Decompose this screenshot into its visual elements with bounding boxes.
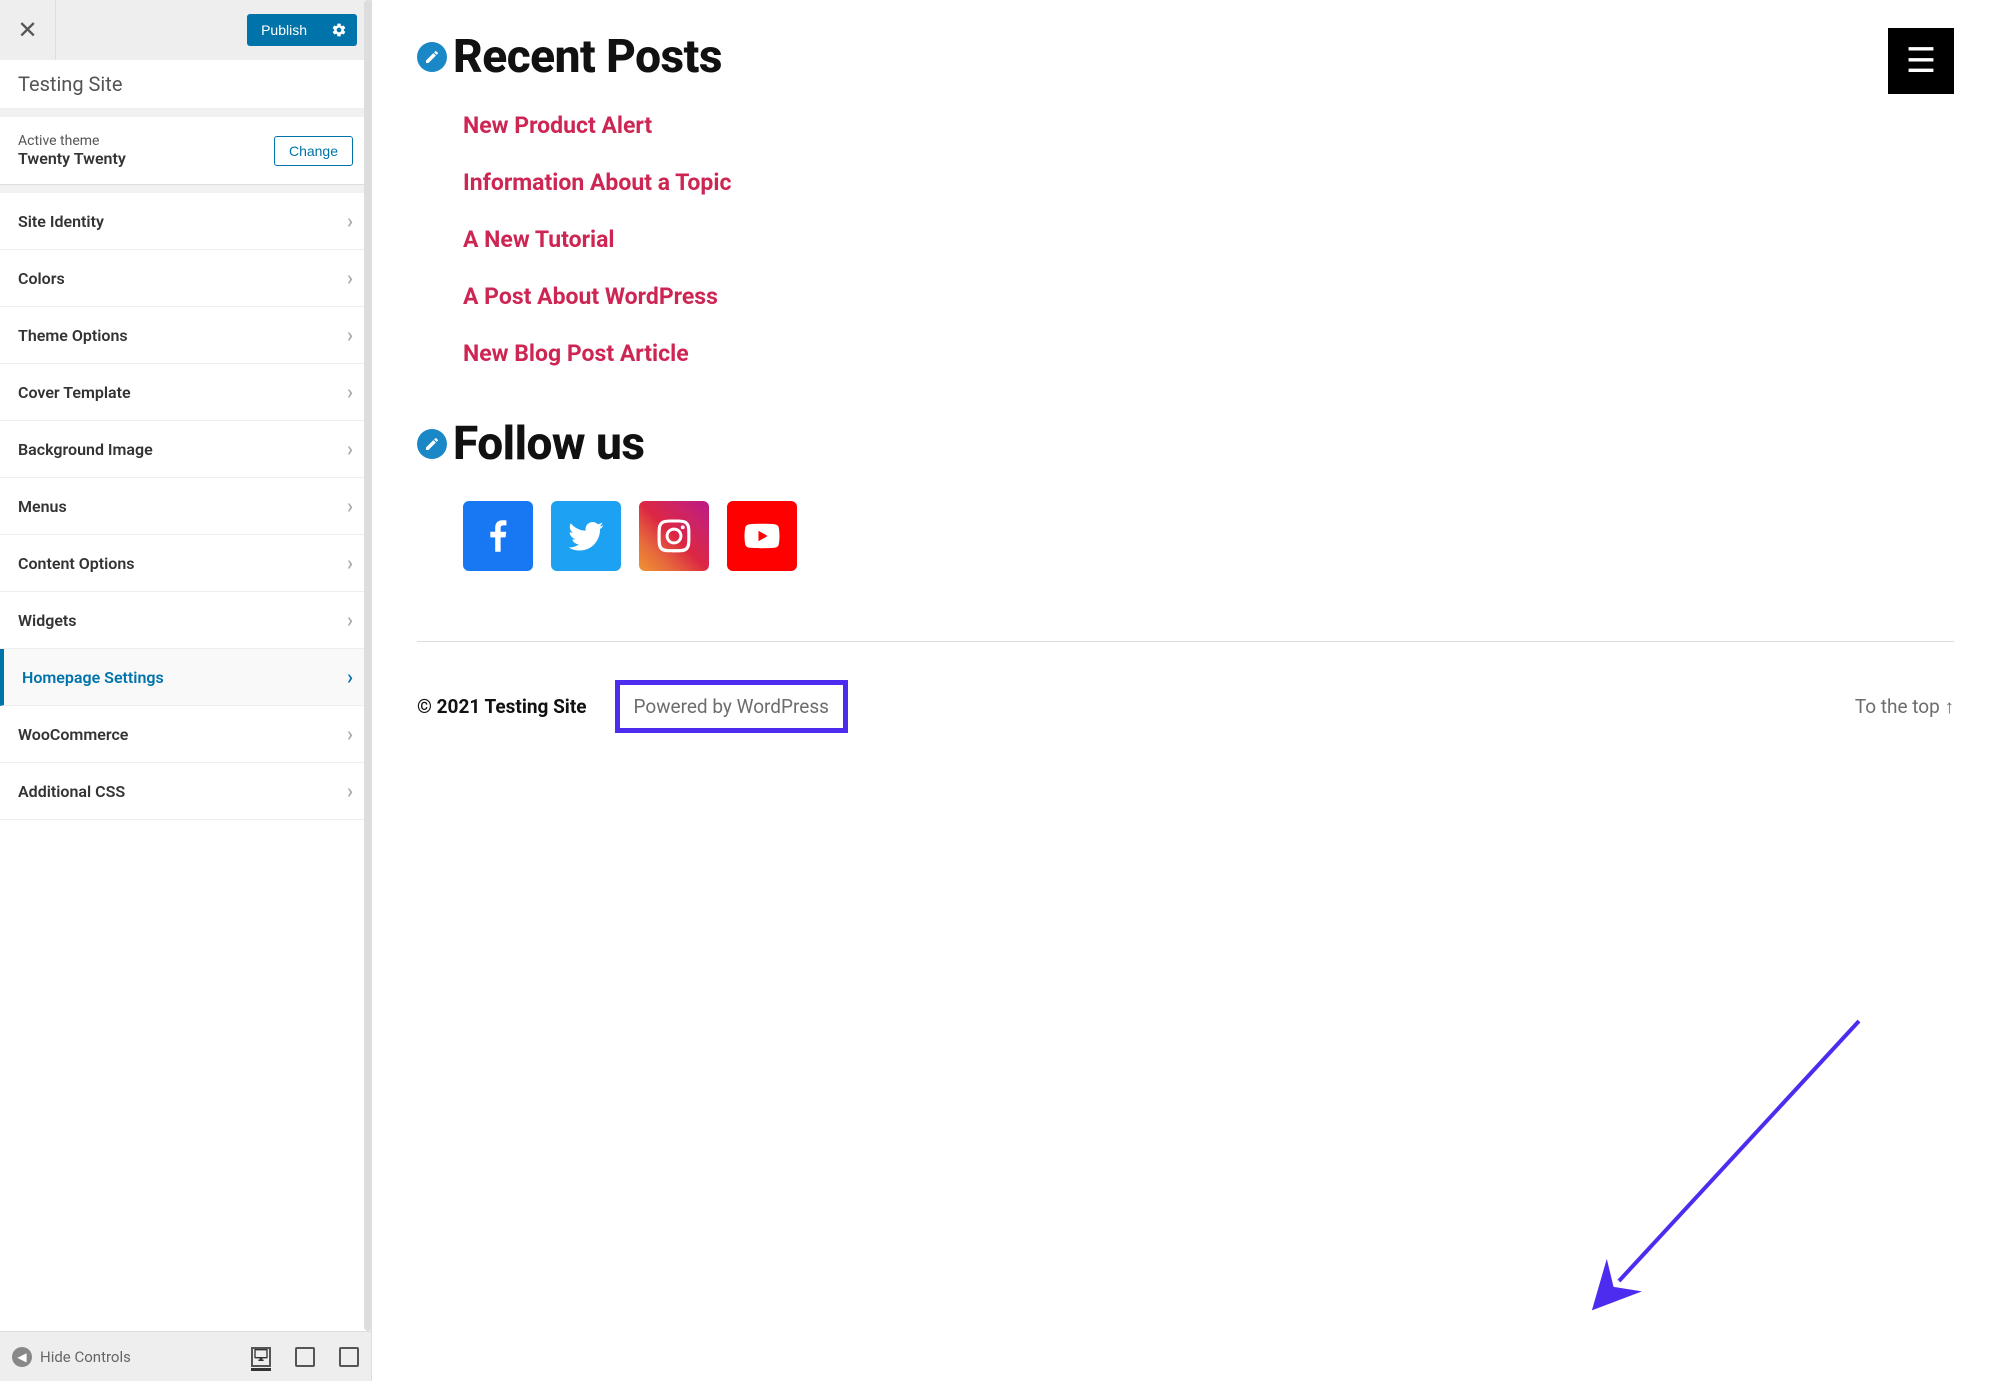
chevron-right-icon: › bbox=[347, 494, 353, 518]
section-title: Recent Posts bbox=[453, 30, 722, 84]
facebook-link[interactable] bbox=[463, 501, 533, 571]
chevron-right-icon: › bbox=[347, 665, 353, 689]
facebook-icon bbox=[477, 515, 519, 557]
sidebar-item-label: Widgets bbox=[18, 611, 77, 630]
youtube-link[interactable] bbox=[727, 501, 797, 571]
post-link[interactable]: New Blog Post Article bbox=[463, 340, 1954, 367]
sidebar-item-menus[interactable]: Menus › bbox=[0, 478, 371, 535]
pencil-icon bbox=[424, 49, 440, 65]
instagram-link[interactable] bbox=[639, 501, 709, 571]
chevron-right-icon: › bbox=[347, 266, 353, 290]
sidebar-header: ✕ Publish bbox=[0, 0, 371, 60]
post-link[interactable]: A New Tutorial bbox=[463, 226, 1954, 253]
annotation-arrow bbox=[1589, 1011, 1869, 1311]
collapse-icon[interactable]: ◀ bbox=[12, 1347, 32, 1367]
chevron-right-icon: › bbox=[347, 779, 353, 803]
edit-shortcut-button[interactable] bbox=[417, 429, 447, 459]
customizer-sidebar: ✕ Publish Testing Site Active theme Twen… bbox=[0, 0, 372, 1381]
twitter-link[interactable] bbox=[551, 501, 621, 571]
sidebar-item-theme-options[interactable]: Theme Options › bbox=[0, 307, 371, 364]
publish-settings-button[interactable] bbox=[321, 14, 357, 46]
to-top-link[interactable]: To the top ↑ bbox=[1855, 695, 1954, 719]
sidebar-item-label: Menus bbox=[18, 497, 67, 516]
copyright-text: © 2021 Testing Site bbox=[417, 695, 587, 718]
sidebar-item-widgets[interactable]: Widgets › bbox=[0, 592, 371, 649]
section-title: Follow us bbox=[453, 417, 644, 471]
close-button[interactable]: ✕ bbox=[0, 0, 56, 60]
sidebar-item-label: Background Image bbox=[18, 440, 153, 459]
sidebar-item-cover-template[interactable]: Cover Template › bbox=[0, 364, 371, 421]
hamburger-icon: ☰ bbox=[1906, 44, 1936, 78]
desktop-preview-button[interactable] bbox=[251, 1347, 271, 1367]
customizer-menu-list: Site Identity›Colors›Theme Options›Cover… bbox=[0, 193, 371, 1331]
youtube-icon bbox=[741, 515, 783, 557]
sidebar-item-colors[interactable]: Colors › bbox=[0, 250, 371, 307]
sidebar-item-label: Theme Options bbox=[18, 326, 128, 345]
follow-us-heading: Follow us bbox=[417, 417, 1954, 471]
post-link[interactable]: Information About a Topic bbox=[463, 169, 1954, 196]
sidebar-item-woocommerce[interactable]: WooCommerce › bbox=[0, 706, 371, 763]
chevron-right-icon: › bbox=[347, 551, 353, 575]
hide-controls-button[interactable]: Hide Controls bbox=[40, 1348, 251, 1366]
sidebar-item-homepage-settings[interactable]: Homepage Settings › bbox=[0, 649, 371, 706]
sidebar-item-additional-css[interactable]: Additional CSS › bbox=[0, 763, 371, 820]
powered-by-link[interactable]: Powered by WordPress bbox=[615, 680, 848, 733]
site-name[interactable]: Testing Site bbox=[0, 60, 371, 109]
desktop-icon bbox=[253, 1347, 269, 1363]
recent-posts-heading: Recent Posts bbox=[417, 30, 1954, 84]
pencil-icon bbox=[424, 436, 440, 452]
sidebar-item-label: Cover Template bbox=[18, 383, 131, 402]
active-theme-label: Active theme bbox=[18, 133, 274, 149]
site-preview: ☰ Recent Posts New Product Alert Informat… bbox=[372, 0, 1999, 1381]
footer-divider bbox=[417, 641, 1954, 642]
sidebar-item-site-identity[interactable]: Site Identity › bbox=[0, 193, 371, 250]
sidebar-item-label: Additional CSS bbox=[18, 782, 125, 801]
site-footer: © 2021 Testing Site Powered by WordPress… bbox=[417, 672, 1954, 741]
chevron-right-icon: › bbox=[347, 209, 353, 233]
sidebar-item-label: Site Identity bbox=[18, 212, 104, 231]
menu-button[interactable]: ☰ bbox=[1888, 28, 1954, 94]
chevron-right-icon: › bbox=[347, 380, 353, 404]
sidebar-item-content-options[interactable]: Content Options › bbox=[0, 535, 371, 592]
sidebar-item-label: Colors bbox=[18, 269, 65, 288]
gear-icon bbox=[331, 22, 347, 38]
tablet-preview-button[interactable] bbox=[295, 1347, 315, 1367]
social-icons bbox=[463, 501, 1954, 571]
change-theme-button[interactable]: Change bbox=[274, 136, 353, 166]
publish-button[interactable]: Publish bbox=[247, 14, 321, 46]
chevron-right-icon: › bbox=[347, 323, 353, 347]
chevron-right-icon: › bbox=[347, 722, 353, 746]
mobile-preview-button[interactable] bbox=[339, 1347, 359, 1367]
sidebar-item-label: WooCommerce bbox=[18, 725, 128, 744]
edit-shortcut-button[interactable] bbox=[417, 42, 447, 72]
sidebar-item-label: Homepage Settings bbox=[22, 668, 164, 687]
instagram-icon bbox=[653, 515, 695, 557]
chevron-right-icon: › bbox=[347, 437, 353, 461]
device-preview-toggles bbox=[251, 1347, 359, 1367]
active-theme-row: Active theme Twenty Twenty Change bbox=[0, 117, 371, 185]
post-link[interactable]: New Product Alert bbox=[463, 112, 1954, 139]
post-link[interactable]: A Post About WordPress bbox=[463, 283, 1954, 310]
sidebar-item-label: Content Options bbox=[18, 554, 135, 573]
sidebar-item-background-image[interactable]: Background Image › bbox=[0, 421, 371, 478]
theme-name: Twenty Twenty bbox=[18, 149, 126, 168]
sidebar-footer: ◀ Hide Controls bbox=[0, 1331, 371, 1381]
recent-posts-list: New Product Alert Information About a Top… bbox=[463, 112, 1954, 367]
chevron-right-icon: › bbox=[347, 608, 353, 632]
twitter-icon bbox=[565, 515, 607, 557]
